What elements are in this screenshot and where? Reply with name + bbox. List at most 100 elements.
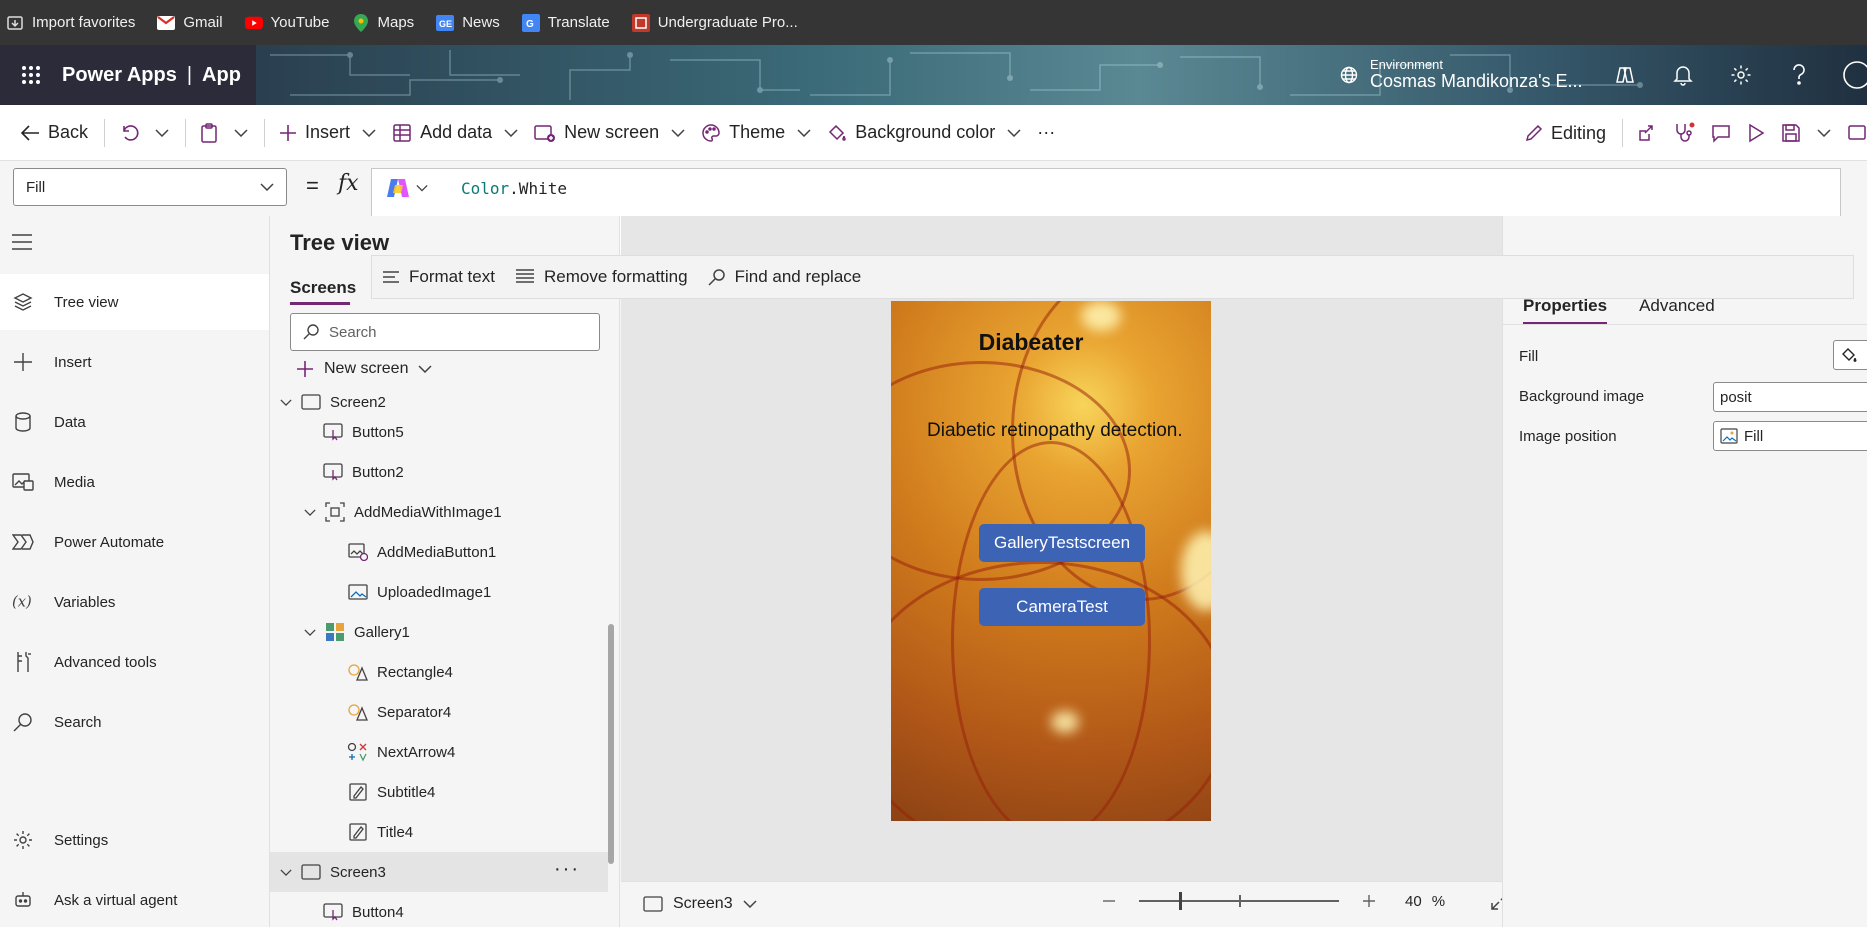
hamburger-icon[interactable] bbox=[11, 234, 33, 250]
undo-button[interactable] bbox=[119, 123, 139, 143]
nav-variables[interactable]: (x) Variables bbox=[0, 574, 269, 630]
format-text-label: Format text bbox=[409, 267, 495, 286]
save-button[interactable] bbox=[1781, 123, 1801, 143]
tree-item-button5[interactable]: Button5 bbox=[270, 412, 608, 452]
tab-screens[interactable]: Screens bbox=[290, 278, 356, 298]
power-automate-icon bbox=[12, 531, 34, 553]
back-button[interactable]: Back bbox=[20, 122, 88, 143]
chevron-down-icon[interactable] bbox=[278, 868, 294, 876]
nav-search[interactable]: Search bbox=[0, 694, 269, 750]
property-dropdown[interactable]: Fill bbox=[13, 168, 287, 206]
nav-data[interactable]: Data bbox=[0, 394, 269, 450]
bookmark-label: Maps bbox=[377, 14, 415, 31]
formula-bar: Fill = fx Color.White bbox=[0, 161, 1867, 256]
settings-gear-icon[interactable] bbox=[1726, 60, 1756, 90]
avatar[interactable] bbox=[1842, 60, 1867, 90]
tree-item-separator4[interactable]: Separator4 bbox=[270, 692, 608, 732]
tree-search-input[interactable]: Search bbox=[290, 313, 600, 351]
app-screen-preview[interactable]: Diabeater Diabetic retinopathy detection… bbox=[891, 301, 1211, 821]
bookmark-youtube[interactable]: YouTube bbox=[244, 14, 330, 32]
environment-picker[interactable]: Environment Cosmas Mandikonza's E... bbox=[1340, 45, 1583, 105]
image-icon bbox=[347, 581, 369, 603]
paste-dropdown[interactable] bbox=[234, 128, 248, 137]
copilot-icon[interactable] bbox=[1610, 60, 1640, 90]
properties-tabs: Properties Advanced bbox=[1523, 296, 1715, 316]
tree-item-addmediabutton1[interactable]: AddMediaButton1 bbox=[270, 532, 608, 572]
design-canvas[interactable]: Diabeater Diabetic retinopathy detection… bbox=[621, 216, 1502, 881]
camera-test-button[interactable]: CameraTest bbox=[979, 588, 1145, 626]
more-commands-button[interactable]: ··· bbox=[1037, 122, 1055, 143]
app-heading-label[interactable]: Diabeater bbox=[891, 329, 1211, 356]
tree-item-nextarrow4[interactable]: NextArrow4 bbox=[270, 732, 608, 772]
image-position-dropdown[interactable]: Fill bbox=[1713, 421, 1867, 451]
bookmark-gmail[interactable]: Gmail bbox=[157, 14, 223, 32]
tree-item-gallery1[interactable]: Gallery1 bbox=[270, 612, 608, 652]
tree-item-uploadedimage1[interactable]: UploadedImage1 bbox=[270, 572, 608, 612]
chevron-down-icon[interactable] bbox=[302, 508, 318, 516]
app-launcher-icon[interactable] bbox=[0, 65, 62, 85]
undo-dropdown[interactable] bbox=[155, 128, 169, 137]
paste-button[interactable] bbox=[200, 122, 218, 143]
formula-rest: .White bbox=[509, 179, 567, 198]
tree-scrollbar[interactable] bbox=[608, 624, 614, 864]
fill-color-picker[interactable] bbox=[1833, 340, 1867, 370]
formula-text[interactable]: Color.White bbox=[461, 179, 567, 198]
tree-item-title4[interactable]: Title4 bbox=[270, 812, 608, 852]
gallery-test-screen-button[interactable]: GalleryTestscreen bbox=[979, 524, 1145, 562]
tree-item-screen3[interactable]: Screen3 ··· bbox=[270, 852, 608, 892]
zoom-slider-thumb[interactable] bbox=[1179, 892, 1182, 910]
bookmark-import-favorites[interactable]: Import favorites bbox=[6, 14, 135, 32]
app-name[interactable]: App bbox=[202, 64, 241, 86]
app-subtitle-label[interactable]: Diabetic retinopathy detection. bbox=[927, 420, 1183, 442]
share-button[interactable] bbox=[1637, 123, 1657, 143]
bookmark-news[interactable]: GE News bbox=[436, 14, 500, 32]
nav-advanced-tools[interactable]: Advanced tools bbox=[0, 634, 269, 690]
equals-sign: = bbox=[306, 173, 319, 198]
tree-item-addmediawithimage1[interactable]: AddMediaWithImage1 bbox=[270, 492, 608, 532]
screen-selector[interactable]: Screen3 bbox=[643, 895, 757, 913]
tab-properties[interactable]: Properties bbox=[1523, 296, 1607, 316]
tree-item-rectangle4[interactable]: Rectangle4 bbox=[270, 652, 608, 692]
new-screen-button[interactable]: New screen bbox=[534, 122, 685, 143]
tree-item-button2[interactable]: Button2 bbox=[270, 452, 608, 492]
background-color-button[interactable]: Background color bbox=[827, 122, 1021, 143]
nav-media[interactable]: Media bbox=[0, 454, 269, 510]
publish-button[interactable] bbox=[1847, 123, 1867, 143]
chevron-down-icon[interactable] bbox=[278, 398, 294, 406]
zoom-in-icon[interactable] bbox=[1361, 893, 1377, 909]
comments-button[interactable] bbox=[1711, 123, 1731, 143]
nav-virtual-agent[interactable]: Ask a virtual agent bbox=[0, 872, 269, 927]
nav-settings[interactable]: Settings bbox=[0, 812, 269, 868]
tab-advanced[interactable]: Advanced bbox=[1639, 296, 1715, 316]
tree-item-button4[interactable]: Button4 bbox=[270, 892, 608, 927]
notifications-icon[interactable] bbox=[1668, 60, 1698, 90]
nav-power-automate[interactable]: Power Automate bbox=[0, 514, 269, 570]
chevron-down-icon[interactable] bbox=[302, 628, 318, 636]
bookmark-undergraduate[interactable]: Undergraduate Pro... bbox=[631, 13, 798, 32]
background-image-input[interactable]: posit bbox=[1713, 382, 1867, 412]
nav-insert[interactable]: Insert bbox=[0, 334, 269, 390]
remove-formatting-button[interactable]: Remove formatting bbox=[515, 267, 688, 287]
tree-item-subtitle4[interactable]: Subtitle4 bbox=[270, 772, 608, 812]
save-dropdown[interactable] bbox=[1817, 129, 1831, 137]
format-text-button[interactable]: Format text bbox=[382, 267, 495, 287]
zoom-slider[interactable] bbox=[1139, 892, 1339, 910]
fx-icon[interactable]: fx bbox=[338, 171, 359, 196]
editing-button[interactable]: Editing bbox=[1525, 123, 1606, 144]
add-data-button[interactable]: Add data bbox=[392, 122, 518, 143]
bookmark-translate[interactable]: G Translate bbox=[521, 13, 610, 32]
app-checker-button[interactable] bbox=[1673, 122, 1695, 144]
theme-button[interactable]: Theme bbox=[701, 122, 811, 143]
help-icon[interactable] bbox=[1784, 60, 1814, 90]
more-options-icon[interactable]: ··· bbox=[554, 858, 580, 881]
button-icon bbox=[322, 461, 344, 483]
zoom-out-icon[interactable] bbox=[1101, 893, 1117, 909]
preview-button[interactable] bbox=[1747, 123, 1765, 143]
nav-tree-view[interactable]: Tree view bbox=[0, 274, 269, 330]
tree-new-screen-button[interactable]: New screen bbox=[296, 360, 433, 378]
find-replace-button[interactable]: Find and replace bbox=[708, 267, 861, 287]
bookmark-maps[interactable]: Maps bbox=[352, 13, 415, 32]
copilot-formula-button[interactable] bbox=[386, 177, 428, 199]
tree-item-label: Button4 bbox=[352, 903, 404, 921]
insert-button[interactable]: Insert bbox=[279, 122, 376, 143]
